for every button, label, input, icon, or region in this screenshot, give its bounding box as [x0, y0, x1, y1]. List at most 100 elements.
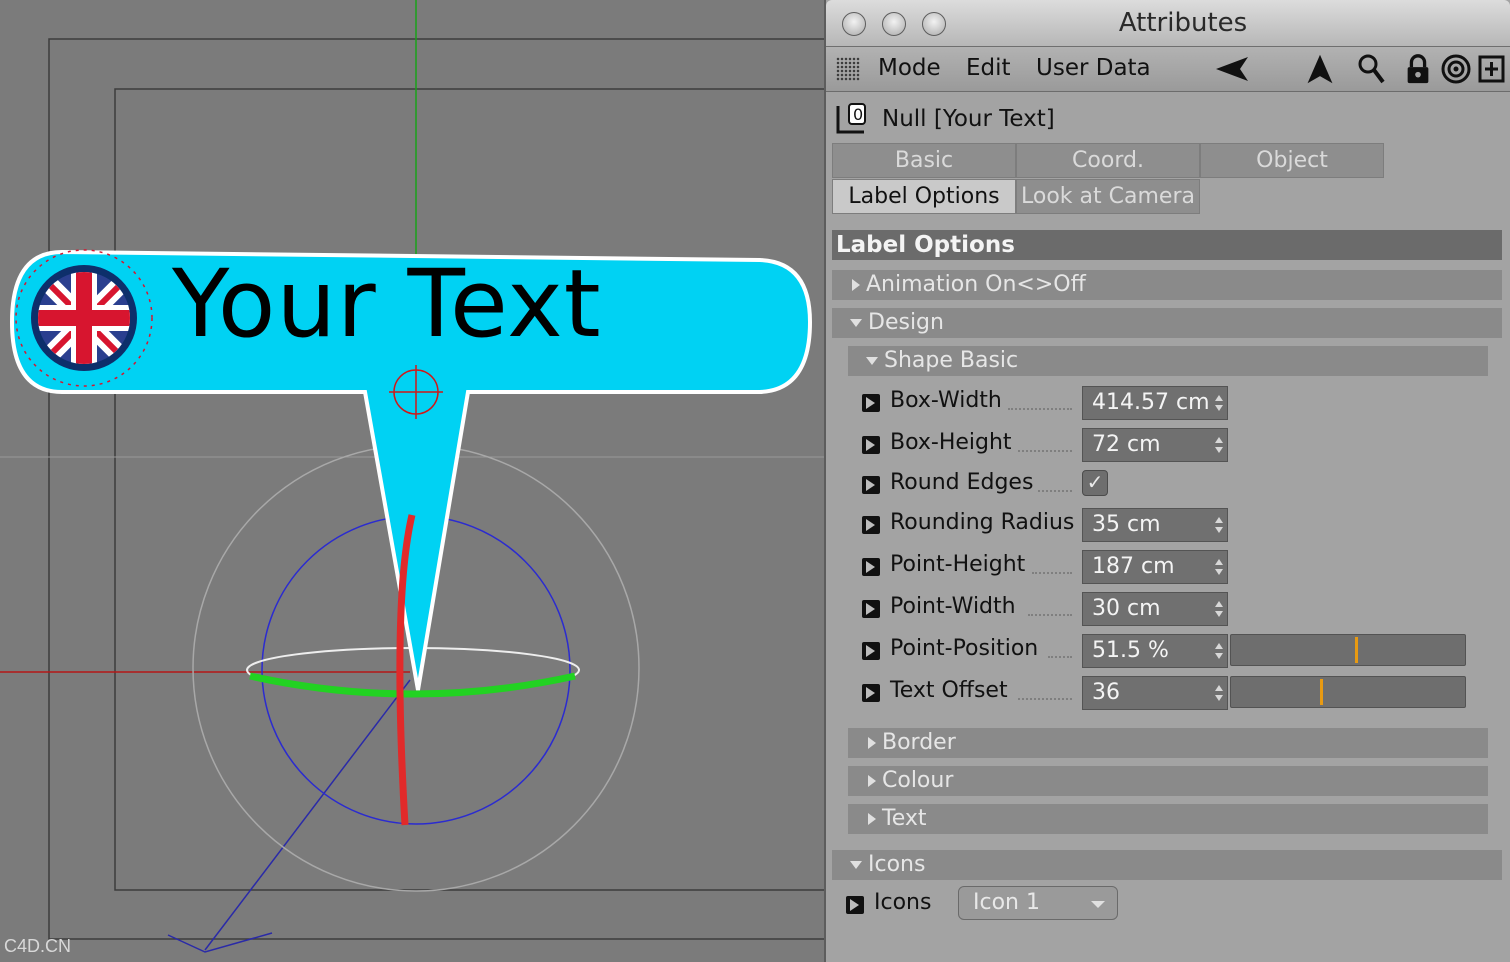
param-box-width: Box-Width 414.57 cm: [862, 386, 1482, 422]
param-label: Point-Width: [890, 594, 1016, 619]
spinner-arrows-icon[interactable]: [1215, 559, 1223, 575]
expand-right-icon: [868, 737, 876, 749]
leader-dots: [1048, 654, 1072, 658]
target-icon[interactable]: [1440, 53, 1472, 85]
group-icons[interactable]: Icons: [832, 850, 1502, 880]
group-text-label: Text: [882, 806, 927, 831]
param-label: Box-Width: [890, 388, 1002, 413]
safe-frame-inner: [114, 88, 824, 891]
back-arrow-icon[interactable]: [1214, 53, 1254, 85]
box-height-field[interactable]: 72 cm: [1082, 428, 1228, 462]
point-width-field[interactable]: 30 cm: [1082, 592, 1228, 626]
spinner-arrows-icon[interactable]: [1215, 517, 1223, 533]
param-label: Point-Position: [890, 636, 1039, 661]
group-colour-label: Colour: [882, 768, 954, 793]
group-colour[interactable]: Colour: [848, 766, 1488, 796]
leader-dots: [1018, 696, 1072, 700]
round-edges-checkbox[interactable]: ✓: [1082, 470, 1108, 496]
rounding-radius-value: 35 cm: [1092, 512, 1161, 537]
box-width-field[interactable]: 414.57 cm: [1082, 386, 1228, 420]
keyframe-icon[interactable]: [862, 436, 880, 454]
point-height-field[interactable]: 187 cm: [1082, 550, 1228, 584]
point-position-field[interactable]: 51.5 %: [1082, 634, 1228, 668]
param-point-height: Point-Height 187 cm: [862, 550, 1482, 586]
point-height-value: 187 cm: [1092, 554, 1175, 579]
expand-down-icon: [866, 357, 878, 365]
keyframe-icon[interactable]: [862, 558, 880, 576]
text-offset-value: 36: [1092, 680, 1120, 705]
menu-edit[interactable]: Edit: [966, 55, 1011, 81]
slider-knob[interactable]: [1320, 679, 1323, 705]
spinner-arrows-icon[interactable]: [1215, 395, 1223, 411]
spinner-arrows-icon[interactable]: [1215, 601, 1223, 617]
rounding-radius-field[interactable]: 35 cm: [1082, 508, 1228, 542]
keyframe-icon[interactable]: [862, 476, 880, 494]
keyframe-icon[interactable]: [862, 642, 880, 660]
attributes-panel: Attributes Mode Edit User Data 0 Null [Y…: [824, 0, 1510, 962]
param-point-width: Point-Width 30 cm: [862, 592, 1482, 628]
lock-icon[interactable]: [1404, 53, 1432, 85]
keyframe-icon[interactable]: [846, 896, 864, 914]
menu-user-data[interactable]: User Data: [1036, 55, 1151, 81]
object-name: Null [Your Text]: [882, 106, 1055, 132]
group-border[interactable]: Border: [848, 728, 1488, 758]
viewport-3d[interactable]: Your Text C4D.CN: [0, 0, 824, 962]
tab-object[interactable]: Object: [1200, 143, 1384, 178]
window-title: Attributes: [1118, 8, 1248, 38]
expand-right-icon: [868, 775, 876, 787]
keyframe-icon[interactable]: [862, 684, 880, 702]
group-text[interactable]: Text: [848, 804, 1488, 834]
expand-down-icon: [850, 861, 862, 869]
title-bar: Attributes: [826, 0, 1510, 47]
viewport-scene: [0, 0, 824, 953]
keyframe-icon[interactable]: [862, 516, 880, 534]
point-position-slider[interactable]: [1230, 634, 1466, 666]
param-label: Box-Height: [890, 430, 1012, 455]
object-header: 0 Null [Your Text]: [826, 92, 1510, 144]
null-object-icon: 0: [836, 103, 866, 134]
search-icon[interactable]: [1356, 53, 1386, 85]
slider-knob[interactable]: [1355, 637, 1358, 663]
point-position-value: 51.5 %: [1092, 638, 1169, 663]
keyframe-icon[interactable]: [862, 600, 880, 618]
param-icons: Icons Icon 1: [846, 886, 1466, 924]
spinner-arrows-icon[interactable]: [1215, 643, 1223, 659]
group-animation[interactable]: Animation On<>Off: [832, 270, 1502, 300]
menu-bar: Mode Edit User Data: [826, 47, 1510, 92]
leader-dots: [1038, 488, 1072, 492]
param-label: Round Edges: [890, 470, 1034, 495]
group-design[interactable]: Design: [832, 308, 1502, 338]
text-offset-field[interactable]: 36: [1082, 676, 1228, 710]
spinner-arrows-icon[interactable]: [1215, 437, 1223, 453]
section-label-options: Label Options: [832, 230, 1502, 260]
panel-grip-icon[interactable]: [836, 57, 860, 81]
param-text-offset: Text Offset 36: [862, 676, 1482, 712]
group-design-label: Design: [868, 310, 944, 335]
box-height-value: 72 cm: [1092, 432, 1161, 457]
keyframe-icon[interactable]: [862, 394, 880, 412]
spinner-arrows-icon[interactable]: [1215, 685, 1223, 701]
param-box-height: Box-Height 72 cm: [862, 428, 1482, 464]
menu-mode[interactable]: Mode: [878, 55, 941, 81]
param-label: Icons: [874, 890, 932, 915]
icons-dropdown[interactable]: Icon 1: [958, 886, 1118, 920]
tab-look-at-camera[interactable]: Look at Camera: [1016, 179, 1200, 214]
tab-label-options[interactable]: Label Options: [832, 179, 1016, 214]
leader-dots: [1008, 406, 1072, 410]
svg-text:0: 0: [853, 105, 863, 124]
leader-dots: [1032, 570, 1072, 574]
text-offset-slider[interactable]: [1230, 676, 1466, 708]
up-arrow-icon[interactable]: [1304, 53, 1336, 85]
expand-down-icon: [850, 319, 862, 327]
expand-right-icon: [852, 279, 860, 291]
watermark: C4D.CN: [4, 936, 72, 956]
new-panel-icon[interactable]: [1478, 53, 1506, 85]
tab-basic[interactable]: Basic: [832, 143, 1016, 178]
tab-coord[interactable]: Coord.: [1016, 143, 1200, 178]
expand-right-icon: [868, 813, 876, 825]
leader-dots: [1028, 612, 1072, 616]
group-shape-basic[interactable]: Shape Basic: [848, 346, 1488, 376]
rotation-band-green: [249, 672, 576, 698]
param-round-edges: Round Edges ✓: [862, 468, 1482, 504]
param-rounding-radius: Rounding Radius 35 cm: [862, 508, 1482, 544]
